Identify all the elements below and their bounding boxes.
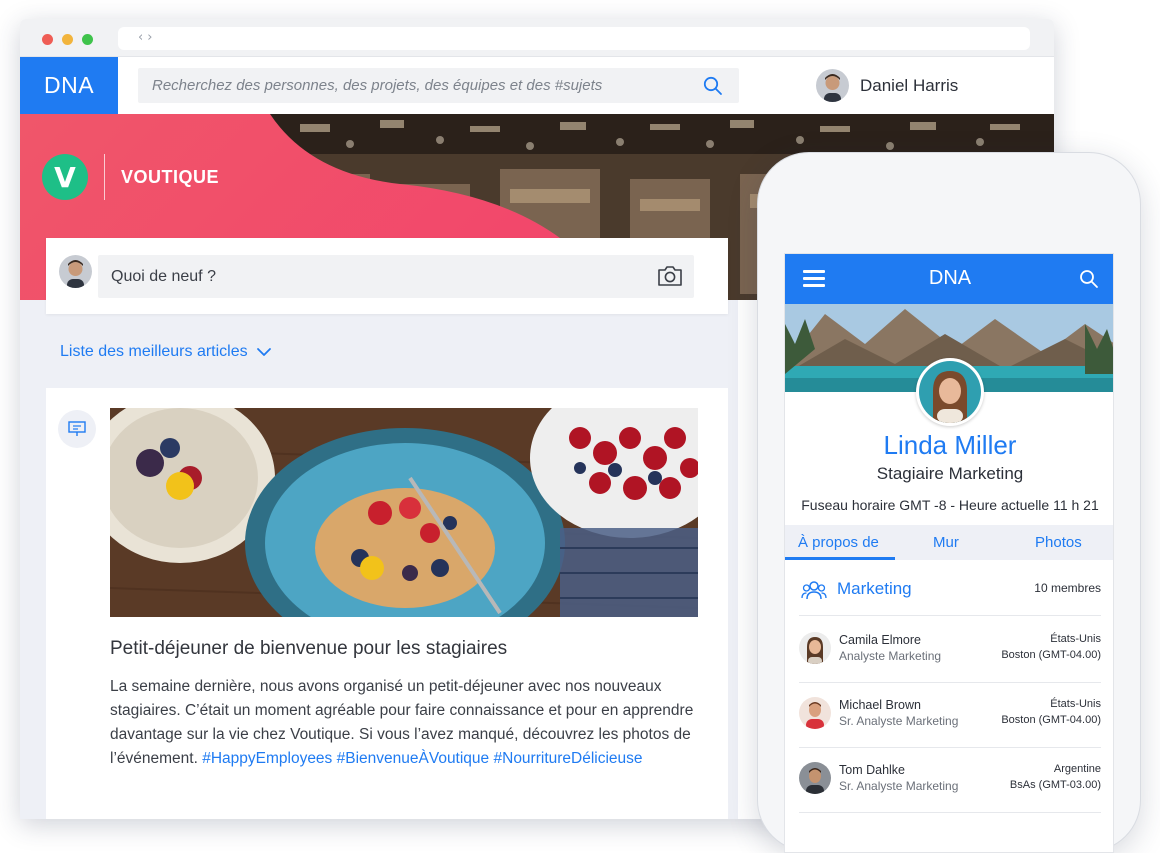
member-country: États-Unis <box>1050 698 1101 710</box>
search-input[interactable]: Recherchez des personnes, des projets, d… <box>138 68 739 103</box>
profile-timezone: Fuseau horaire GMT -8 - Heure actuelle 1… <box>801 497 1099 513</box>
hashtag-link[interactable]: #HappyEmployees <box>202 750 332 767</box>
member-city: Boston (GMT-04.00) <box>1001 649 1101 661</box>
user-first-name: Daniel <box>860 76 909 95</box>
team-row[interactable]: Marketing 10 membres <box>799 566 1101 616</box>
profile-avatar[interactable] <box>916 358 984 426</box>
camera-icon[interactable] <box>656 264 684 288</box>
member-city: BsAs (GMT-03.00) <box>1009 779 1101 791</box>
user-avatar[interactable] <box>816 69 849 102</box>
article-card: Petit-déjeuner de bienvenue pour les sta… <box>46 388 728 819</box>
composer-avatar <box>59 255 92 288</box>
member-name: Michael Brown <box>839 698 921 712</box>
app-logo[interactable]: DNA <box>20 57 118 114</box>
top-articles-label: Liste des meilleurs articles <box>60 343 248 360</box>
mobile-search-icon[interactable] <box>1079 269 1099 289</box>
member-avatar <box>799 632 831 664</box>
member-avatar <box>799 762 831 794</box>
team-group-icon <box>801 581 827 600</box>
mobile-app-bar: DNA <box>785 254 1113 304</box>
mobile-screen: DNA Linda Miller Stagiaire Marketing Fus… <box>784 253 1114 853</box>
hashtag-link[interactable]: #BienvenueÀVoutique <box>337 750 490 767</box>
minimize-window-button[interactable] <box>62 34 73 45</box>
member-avatar <box>799 697 831 729</box>
profile-role: Stagiaire Marketing <box>876 464 1024 483</box>
tab-about[interactable]: À propos de <box>798 534 879 551</box>
member-row[interactable]: Michael Brown Sr. Analyste Marketing Éta… <box>799 683 1101 748</box>
user-name[interactable]: Daniel Harris <box>860 76 958 96</box>
member-role: Analyste Marketing <box>839 649 942 663</box>
active-tab-indicator <box>785 557 895 560</box>
member-city: Boston (GMT-04.00) <box>1001 714 1101 726</box>
top-articles-dropdown[interactable]: Liste des meilleurs articles <box>60 343 272 361</box>
maximize-window-button[interactable] <box>82 34 93 45</box>
search-icon[interactable] <box>703 76 723 96</box>
tab-photos[interactable]: Photos <box>1035 534 1082 551</box>
presentation-board-icon <box>58 410 96 448</box>
article-title[interactable]: Petit-déjeuner de bienvenue pour les sta… <box>110 638 507 660</box>
mobile-app-logo[interactable]: DNA <box>785 267 1113 290</box>
company-logo-icon: V <box>42 154 88 200</box>
brand-divider <box>104 154 105 200</box>
composer-placeholder: Quoi de neuf ? <box>111 268 216 285</box>
article-body: La semaine dernière, nous avons organisé… <box>110 675 700 771</box>
member-role: Sr. Analyste Marketing <box>839 779 959 793</box>
search-placeholder: Recherchez des personnes, des projets, d… <box>152 77 603 94</box>
company-brand[interactable]: V VOUTIQUE <box>42 154 219 200</box>
member-country: Argentine <box>1053 763 1101 775</box>
address-bar[interactable]: ‹› <box>118 27 1030 50</box>
member-name: Tom Dahlke <box>839 763 905 777</box>
profile-tabs: À propos de Mur Photos <box>785 525 1113 560</box>
hashtag-link[interactable]: #NourritureDélicieuse <box>494 750 643 767</box>
member-role: Sr. Analyste Marketing <box>839 714 959 728</box>
team-member-count: 10 membres <box>1034 581 1101 595</box>
app-header: DNA Recherchez des personnes, des projet… <box>20 57 1054 114</box>
member-name: Camila Elmore <box>839 633 921 647</box>
post-composer: Quoi de neuf ? <box>46 238 728 314</box>
composer-input[interactable]: Quoi de neuf ? <box>98 255 694 298</box>
browser-titlebar: ‹› <box>20 19 1054 57</box>
chevron-down-icon <box>256 348 271 356</box>
close-window-button[interactable] <box>42 34 53 45</box>
member-row[interactable]: Tom Dahlke Sr. Analyste Marketing Argent… <box>799 748 1101 813</box>
profile-name: Linda Miller <box>883 430 1017 460</box>
member-country: États-Unis <box>1050 633 1101 645</box>
tab-wall[interactable]: Mur <box>933 534 959 551</box>
user-last-name: Harris <box>912 76 959 95</box>
team-name: Marketing <box>837 579 912 598</box>
member-row[interactable]: Camila Elmore Analyste Marketing États-U… <box>799 618 1101 683</box>
company-name: VOUTIQUE <box>121 166 220 187</box>
mobile-device: DNA Linda Miller Stagiaire Marketing Fus… <box>757 152 1141 853</box>
article-photo[interactable] <box>110 408 698 617</box>
nav-arrows-icon[interactable]: ‹› <box>138 30 156 45</box>
